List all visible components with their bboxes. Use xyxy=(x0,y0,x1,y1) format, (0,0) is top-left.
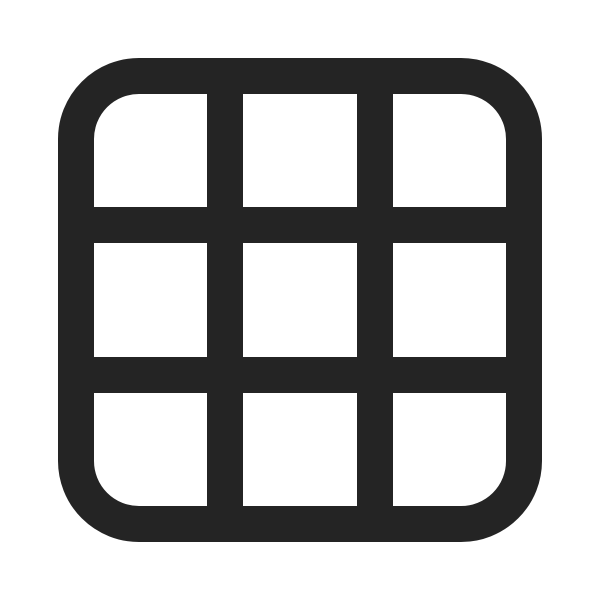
icon-canvas xyxy=(0,0,600,600)
grid-outer-frame xyxy=(58,58,542,542)
grid-icon xyxy=(58,58,542,542)
